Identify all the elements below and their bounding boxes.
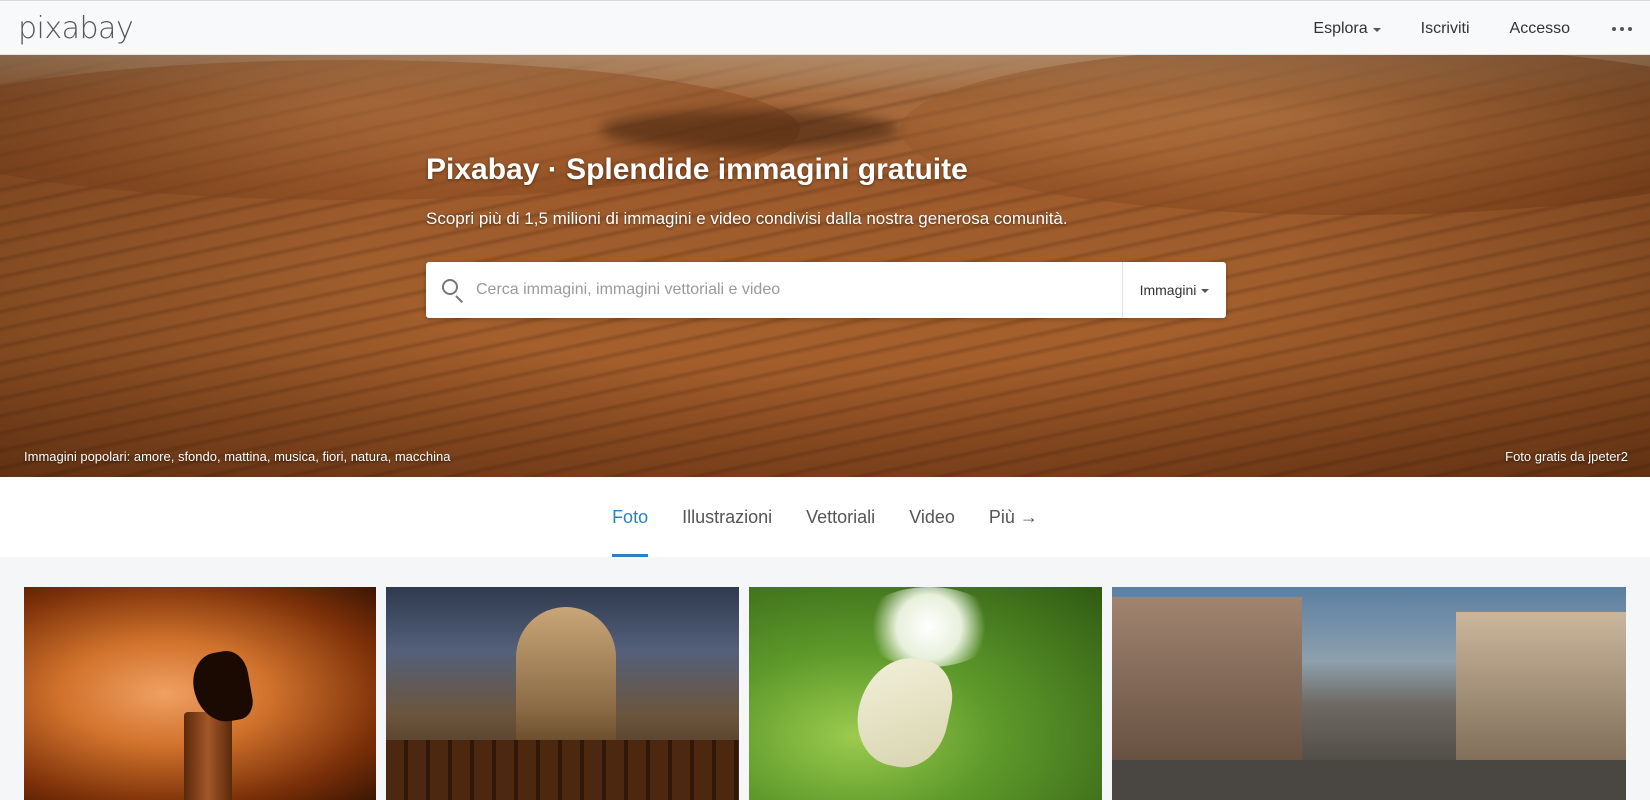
- pixabay-logo[interactable]: pixabay: [18, 11, 134, 46]
- tab-videos[interactable]: Video: [909, 477, 955, 557]
- popular-tag-link[interactable]: sfondo: [178, 449, 217, 464]
- image-thumbnail[interactable]: [749, 587, 1102, 800]
- media-tabs: Foto Illustrazioni Vettoriali Video Più …: [0, 477, 1650, 557]
- popular-searches: Immagini popolari: amore, sfondo, mattin…: [24, 449, 451, 464]
- tab-photos[interactable]: Foto: [612, 477, 649, 557]
- chevron-down-icon: [1201, 289, 1210, 293]
- popular-tag-link[interactable]: natura: [351, 449, 388, 464]
- main-nav: Esplora Iscriviti Accesso: [1313, 1, 1650, 56]
- search-input[interactable]: [476, 262, 1122, 318]
- popular-tag-link[interactable]: fiori: [323, 449, 344, 464]
- popular-label: Immagini popolari:: [24, 449, 131, 464]
- popular-tag-link[interactable]: macchina: [395, 449, 451, 464]
- search-icon[interactable]: [426, 262, 476, 318]
- top-navbar: pixabay Esplora Iscriviti Accesso: [0, 0, 1650, 55]
- media-tabs-bar: Foto Illustrazioni Vettoriali Video Più …: [0, 477, 1650, 557]
- search-type-dropdown[interactable]: Immagini: [1122, 262, 1226, 318]
- image-thumbnail[interactable]: [386, 587, 739, 800]
- photo-credit-link[interactable]: Foto gratis da jpeter2: [1505, 449, 1628, 464]
- hero-title: Pixabay · Splendide immagini gratuite: [426, 153, 968, 186]
- tab-illustrations[interactable]: Illustrazioni: [682, 477, 772, 557]
- explore-menu-button[interactable]: Esplora: [1313, 19, 1381, 38]
- image-thumbnail[interactable]: [1112, 587, 1626, 800]
- search-type-label: Immagini: [1139, 282, 1197, 298]
- more-options-icon[interactable]: [1610, 21, 1634, 37]
- tab-vectors[interactable]: Vettoriali: [806, 477, 875, 557]
- popular-tag-link[interactable]: amore: [134, 449, 171, 464]
- hero-subtitle: Scopri più di 1,5 milioni di immagini e …: [426, 209, 1068, 228]
- explore-label: Esplora: [1313, 19, 1368, 37]
- image-grid: [0, 587, 1650, 800]
- tab-more[interactable]: Più →: [989, 477, 1038, 557]
- signup-link[interactable]: Iscriviti: [1421, 20, 1470, 38]
- image-thumbnail[interactable]: [24, 587, 376, 800]
- hero-banner: Pixabay · Splendide immagini gratuite Sc…: [0, 55, 1650, 477]
- popular-tag-link[interactable]: musica: [274, 449, 315, 464]
- popular-tag-link[interactable]: mattina: [224, 449, 267, 464]
- search-bar: Immagini: [426, 262, 1226, 318]
- chevron-down-icon: [1372, 27, 1381, 32]
- login-link[interactable]: Accesso: [1510, 20, 1570, 38]
